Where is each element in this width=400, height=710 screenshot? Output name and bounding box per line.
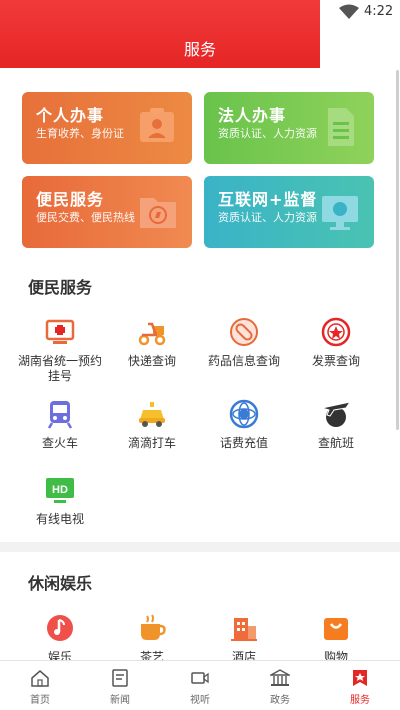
- nav-label: 服务: [350, 695, 370, 706]
- service-label: 发票查询: [311, 354, 360, 368]
- nav-government[interactable]: 政务: [240, 661, 320, 710]
- status-time: 4:22: [364, 4, 394, 19]
- service-label: 查火车: [41, 436, 78, 450]
- card-corporate-affairs[interactable]: 法人办事 资质认证、人力资源: [204, 92, 374, 164]
- tea-cup-icon: [141, 614, 166, 640]
- pill-icon: [230, 318, 258, 346]
- card-convenience-services[interactable]: 便民服务 便民交费、便民热线: [22, 176, 192, 248]
- folder-compass-icon: [140, 198, 176, 228]
- nav-video[interactable]: 视听: [160, 661, 240, 710]
- service-invoice-query[interactable]: 发票查询: [290, 316, 382, 369]
- card-internet-supervision[interactable]: 互联网+监督 资质认证、人力资源: [204, 176, 374, 248]
- card-subtitle: 资质认证、人力资源: [218, 127, 317, 140]
- section-divider: [0, 542, 400, 552]
- nav-home[interactable]: 首页: [0, 661, 80, 710]
- train-icon: [47, 401, 73, 429]
- government-icon: [270, 669, 290, 686]
- shopping-bag-icon: [324, 618, 348, 640]
- card-title: 法人办事: [218, 106, 287, 125]
- nav-label: 政务: [270, 695, 290, 706]
- service-express-query[interactable]: 快递查询: [106, 316, 198, 369]
- service-didi-taxi[interactable]: 滴滴打车: [106, 398, 198, 451]
- invoice-seal-icon: [321, 317, 351, 347]
- scrollbar[interactable]: [396, 70, 399, 430]
- nav-service[interactable]: 服务: [320, 661, 400, 710]
- service-hospital-booking[interactable]: 湖南省统一预约挂号: [14, 316, 106, 384]
- monitor-icon: [322, 196, 358, 230]
- news-icon: [112, 669, 128, 687]
- service-label: 湖南省统一预约挂号: [17, 354, 102, 383]
- service-tea-art[interactable]: 茶艺: [106, 612, 198, 665]
- hd-tv-icon: HD: [46, 478, 74, 503]
- nav-label: 视听: [190, 695, 210, 706]
- header-bar: 服务: [0, 0, 320, 68]
- phone-recharge-icon: [229, 399, 259, 429]
- card-subtitle: 生育收养、身份证: [36, 127, 124, 140]
- card-subtitle: 便民交费、便民热线: [36, 211, 135, 224]
- section-title-leisure: 休闲娱乐: [28, 574, 93, 593]
- status-bar: 4:22: [320, 0, 400, 26]
- app-screen: 服务 4:22 个人办事 生育收养、身份证 法人办事 资质认证、人力资源 便民服…: [0, 0, 400, 710]
- bottom-nav: 首页 新闻 视听 政务 服务: [0, 660, 400, 710]
- service-entertainment[interactable]: 娱乐: [14, 612, 106, 665]
- card-title: 便民服务: [36, 190, 105, 209]
- service-label: 查航班: [317, 436, 354, 450]
- service-label: 话费充值: [219, 436, 268, 450]
- delivery-scooter-icon: [138, 322, 166, 346]
- service-train-query[interactable]: 查火车: [14, 398, 106, 451]
- document-icon: [328, 108, 354, 146]
- hospital-icon: [45, 319, 75, 344]
- hotel-icon: [231, 618, 257, 641]
- service-flight-query[interactable]: 查航班: [290, 398, 382, 451]
- airplane-globe-icon: [321, 401, 352, 427]
- nav-label: 新闻: [110, 695, 130, 706]
- service-label: 滴滴打车: [127, 436, 176, 450]
- music-icon: [47, 615, 73, 641]
- card-title: 个人办事: [36, 106, 105, 125]
- section-title-convenience: 便民服务: [28, 278, 93, 297]
- service-label: 有线电视: [35, 512, 84, 526]
- svg-text:HD: HD: [52, 484, 68, 496]
- card-subtitle: 资质认证、人力资源: [218, 211, 317, 224]
- nav-news[interactable]: 新闻: [80, 661, 160, 710]
- home-icon: [31, 670, 49, 687]
- wifi-icon: [339, 4, 359, 19]
- service-label: 药品信息查询: [207, 354, 280, 368]
- service-drug-info[interactable]: 药品信息查询: [198, 316, 290, 369]
- service-label: 快递查询: [127, 354, 176, 368]
- service-phone-recharge[interactable]: 话费充值: [198, 398, 290, 451]
- service-cable-tv[interactable]: HD 有线电视: [14, 474, 106, 527]
- nav-label: 首页: [30, 695, 50, 706]
- card-personal-affairs[interactable]: 个人办事 生育收养、身份证: [22, 92, 192, 164]
- taxi-icon: [139, 402, 165, 427]
- id-card-icon: [140, 108, 174, 142]
- service-shopping[interactable]: 购物: [290, 612, 382, 665]
- video-icon: [191, 672, 209, 684]
- card-title: 互联网+监督: [218, 190, 318, 209]
- header-right-blank: [320, 26, 400, 68]
- service-hotel[interactable]: 酒店: [198, 612, 290, 665]
- service-icon: [353, 670, 367, 686]
